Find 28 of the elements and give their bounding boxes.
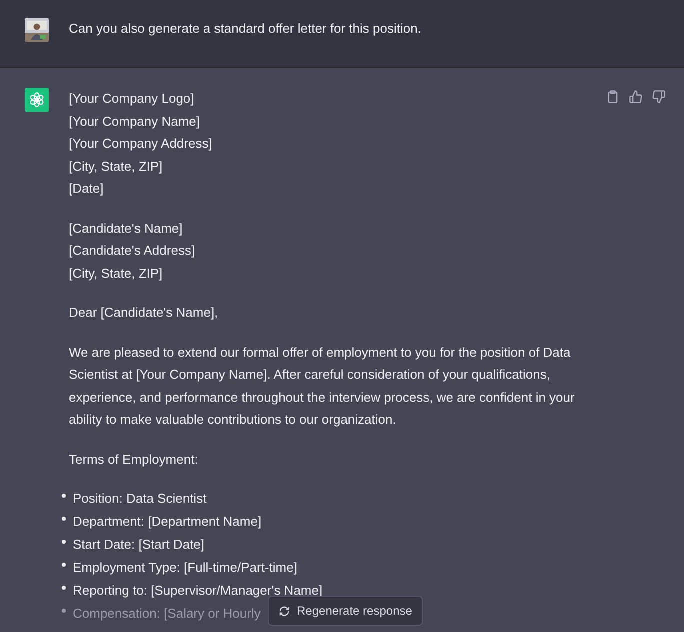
address-line: [Your Company Name] bbox=[69, 112, 202, 131]
regenerate-button[interactable]: Regenerate response bbox=[268, 596, 424, 626]
thumbs-up-icon[interactable] bbox=[629, 90, 643, 104]
bullet-icon bbox=[62, 609, 66, 613]
bullet-icon bbox=[62, 586, 66, 590]
list-item: Position: Data Scientist bbox=[73, 490, 207, 508]
list-item: Compensation: [Salary or Hourly bbox=[73, 605, 261, 623]
clipboard-icon[interactable] bbox=[606, 90, 620, 104]
bullet-icon bbox=[62, 494, 66, 498]
address-line: [City, State, ZIP] bbox=[69, 158, 164, 176]
address-line: [Date] bbox=[69, 180, 105, 198]
bullet-icon bbox=[62, 517, 66, 521]
address-line: [Your Company Address] bbox=[69, 135, 214, 153]
bullet-icon bbox=[62, 563, 66, 567]
address-line: [Candidate's Address] bbox=[69, 242, 196, 260]
salutation: Dear [Candidate's Name], bbox=[69, 304, 220, 322]
address-line: [Your Company Logo] bbox=[69, 90, 196, 108]
bullet-icon bbox=[62, 540, 66, 544]
address-line: [City, State, ZIP] bbox=[69, 264, 164, 283]
address-line: [Candidate's Name] bbox=[69, 220, 184, 238]
refresh-icon bbox=[279, 606, 290, 616]
list-item: Employment Type: [Full-time/Part-time] bbox=[73, 559, 298, 577]
thumbs-down-icon[interactable] bbox=[652, 90, 666, 104]
list-item: Start Date: [Start Date] bbox=[73, 536, 204, 554]
paragraph: We are pleased to extend our formal offer of employment to you for the position of Data Scientist at [Your Company Name]. After careful consideration of your qualifications, experience, and performance throughout the interview process, we are confident in your ability to make valuable contributions to our organization. bbox=[69, 344, 576, 429]
message-text: Can you also generate a standard offer letter for this position. bbox=[69, 20, 422, 38]
list-item: Department: [Department Name] bbox=[73, 513, 262, 531]
section-heading: Terms of Employment: bbox=[69, 450, 200, 469]
